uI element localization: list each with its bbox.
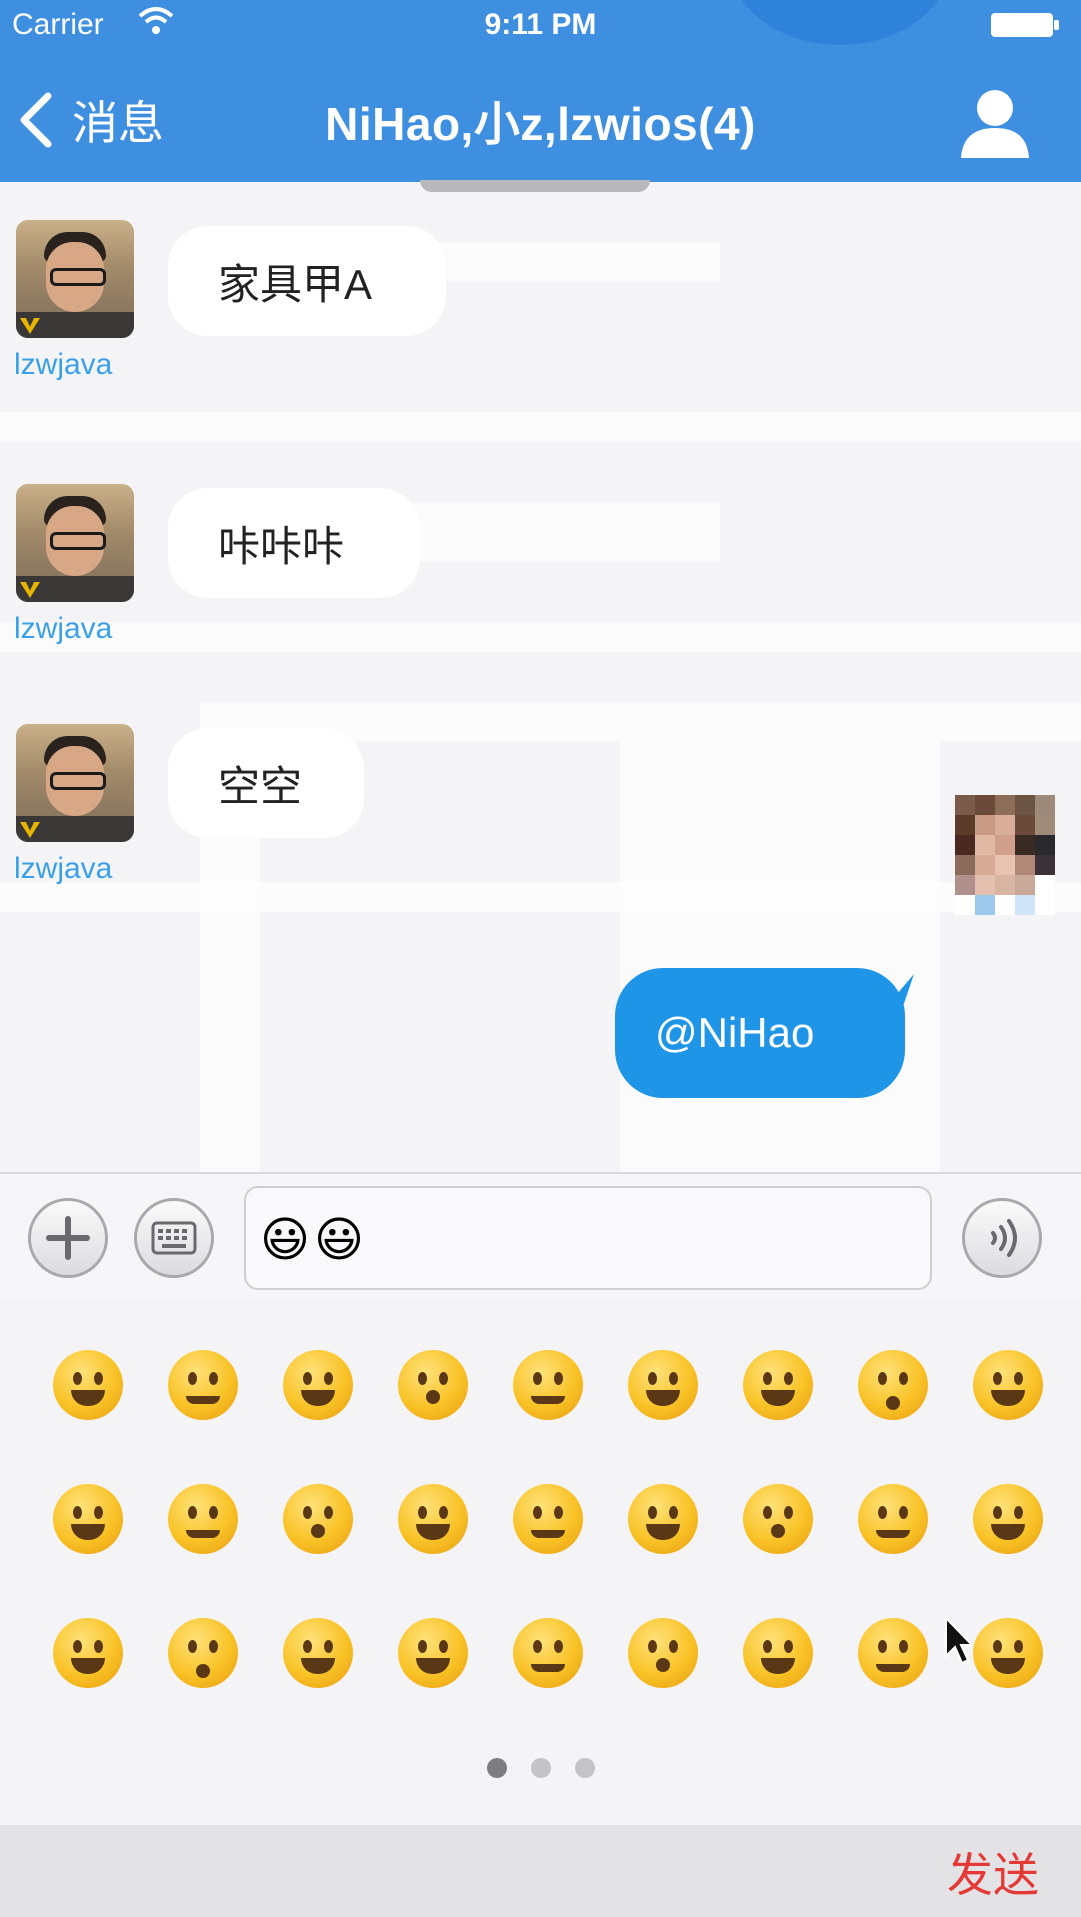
emoji-icon[interactable] — [397, 1484, 468, 1554]
page-indicator — [0, 1758, 1081, 1783]
message-input[interactable]: 😃😃 — [244, 1186, 932, 1290]
emoji-icon[interactable] — [857, 1484, 928, 1554]
status-time: 9:11 PM — [484, 8, 597, 41]
voice-icon — [991, 1219, 1017, 1257]
emoji-icon[interactable] — [627, 1484, 698, 1554]
emoji-panel — [0, 1300, 1081, 1825]
emoji-icon[interactable] — [167, 1618, 238, 1688]
message-list[interactable]: lzwjava 家具甲A lzwjava 咔咔咔 lzwjava 空空 @NiH… — [0, 180, 1081, 1172]
emoji-icon[interactable] — [742, 1618, 813, 1688]
emoji-icon[interactable] — [282, 1350, 353, 1420]
emoji-icon[interactable] — [972, 1484, 1043, 1554]
sender-name: lzwjava — [14, 852, 113, 885]
send-bar: 发送 — [0, 1825, 1081, 1917]
emoji-icon[interactable] — [857, 1618, 928, 1688]
emoji-icon[interactable] — [857, 1350, 928, 1420]
keyboard-icon — [151, 1221, 197, 1255]
avatar[interactable] — [16, 220, 134, 338]
message-bubble[interactable]: 家具甲A — [168, 226, 446, 336]
voice-button[interactable] — [962, 1198, 1042, 1278]
emoji-icon[interactable] — [52, 1484, 123, 1554]
message-bubble-outgoing[interactable]: @NiHao — [615, 968, 905, 1098]
emoji-icon[interactable] — [167, 1350, 238, 1420]
page-dot[interactable] — [530, 1758, 551, 1778]
person-icon[interactable] — [955, 82, 1035, 162]
send-button[interactable]: 发送 — [947, 1839, 1039, 1905]
avatar-self[interactable] — [955, 795, 1055, 915]
avatar[interactable] — [16, 724, 134, 842]
emoji-icon[interactable] — [52, 1350, 123, 1420]
status-bar: Carrier 9:11 PM — [0, 0, 1081, 50]
emoji-icon[interactable] — [512, 1484, 583, 1554]
emoji-icon[interactable] — [512, 1350, 583, 1420]
emoji-icon[interactable] — [972, 1350, 1043, 1420]
plus-icon — [46, 1216, 90, 1260]
emoji-icon[interactable] — [742, 1484, 813, 1554]
emoji-grid — [30, 1350, 1065, 1752]
page-title: NiHao,小z,lzwios(4) — [325, 98, 756, 150]
emoji-icon[interactable] — [52, 1618, 123, 1688]
emoji-icon[interactable] — [282, 1484, 353, 1554]
emoji-icon[interactable] — [742, 1350, 813, 1420]
sender-name: lzwjava — [14, 612, 113, 645]
emoji-icon[interactable] — [627, 1618, 698, 1688]
emoji-icon[interactable] — [282, 1618, 353, 1688]
emoji-icon[interactable] — [627, 1350, 698, 1420]
emoji-icon[interactable] — [397, 1618, 468, 1688]
page-dot[interactable] — [486, 1758, 507, 1778]
battery-icon — [991, 13, 1059, 37]
input-toolbar: 😃😃 — [0, 1172, 1081, 1302]
page-dot[interactable] — [574, 1758, 595, 1778]
message-bubble[interactable]: 咔咔咔 — [168, 488, 420, 598]
emoji-icon[interactable] — [972, 1618, 1043, 1688]
emoji-icon[interactable] — [397, 1350, 468, 1420]
emoji-icon[interactable] — [512, 1618, 583, 1688]
pull-handle — [420, 180, 650, 192]
sender-name: lzwjava — [14, 348, 113, 381]
add-button[interactable] — [28, 1198, 108, 1278]
avatar[interactable] — [16, 484, 134, 602]
emoji-icon[interactable] — [167, 1484, 238, 1554]
mouse-cursor-icon — [945, 1616, 974, 1665]
navigation-bar: 消息 NiHao,小z,lzwios(4) — [0, 70, 1081, 170]
message-bubble[interactable]: 空空 — [168, 728, 364, 838]
header-bar: Carrier 9:11 PM 消息 NiHao,小z,lzwios(4) — [0, 0, 1081, 182]
keyboard-toggle-button[interactable] — [134, 1198, 214, 1278]
